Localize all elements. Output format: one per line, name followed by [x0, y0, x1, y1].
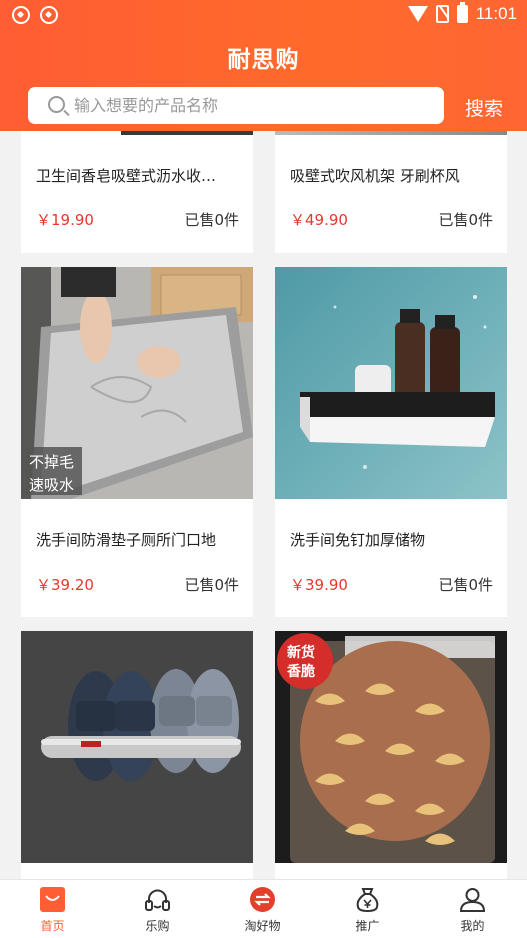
tab-label: 淘好物 [244, 919, 281, 933]
product-card[interactable]: 吸壁式吹风机架 牙刷杯风 ￥49.90 已售0件 [275, 131, 507, 253]
product-card[interactable] [21, 631, 253, 879]
search-icon [48, 96, 65, 113]
product-card[interactable]: 新货 香脆 [275, 631, 507, 879]
image-badge-text: 香脆 [286, 663, 315, 680]
slipper-rack-image [21, 631, 253, 863]
no-sim-icon [435, 5, 449, 23]
status-bar: 11:01 [0, 0, 527, 32]
headset-icon [145, 889, 170, 911]
product-image [275, 131, 507, 135]
image-badge-text: 新货 [287, 644, 315, 661]
product-image [21, 131, 253, 135]
product-name: 洗手间免钉加厚储物 [290, 531, 426, 549]
product-image: 不掉毛 速吸水 [21, 267, 253, 499]
product-sold-count: 已售0件 [184, 211, 239, 229]
image-badge-text: 速吸水 [29, 476, 74, 494]
product-card[interactable]: 洗手间免钉加厚储物 ￥39.90 已售0件 [275, 267, 507, 617]
user-icon [459, 888, 486, 912]
search-button[interactable]: 搜索 [465, 94, 503, 121]
product-grid: 卫生间香皂吸壁式沥水收… ￥19.90 已售0件 吸壁式吹风机架 牙刷杯风 ￥4… [0, 131, 527, 879]
tab-profile[interactable]: 我的 [420, 880, 525, 938]
product-sold-count: 已售0件 [184, 576, 239, 594]
tab-label: 推广 [355, 919, 380, 933]
tab-label: 我的 [460, 919, 485, 933]
wifi-icon [407, 6, 428, 22]
product-card[interactable]: 不掉毛 速吸水 洗手间防滑垫子厕所门口地 ￥39.20 已售0件 [21, 267, 253, 617]
app-notification-icon [12, 6, 30, 24]
tab-label: 首页 [40, 919, 65, 933]
status-time: 11:01 [475, 4, 517, 23]
status-notifications [12, 6, 58, 24]
product-card[interactable]: 卫生间香皂吸壁式沥水收… ￥19.90 已售0件 [21, 131, 253, 253]
product-name: 吸壁式吹风机架 牙刷杯风 [290, 167, 460, 185]
product-image: 新货 香脆 [275, 631, 507, 863]
app-notification-icon [40, 6, 58, 24]
tab-home[interactable]: 首页 [0, 880, 105, 938]
product-image [21, 631, 253, 863]
product-sold-count: 已售0件 [438, 211, 493, 229]
product-sold-count: 已售0件 [438, 576, 493, 594]
tab-label: 乐购 [145, 919, 170, 933]
shelf-image [275, 267, 507, 499]
app-header: 11:01 耐思购 搜索 [0, 0, 527, 131]
product-price: ￥19.90 [36, 211, 94, 229]
bath-mat-image: 不掉毛 速吸水 [21, 267, 253, 499]
tab-legou[interactable]: 乐购 [105, 880, 210, 938]
product-price: ￥39.90 [290, 576, 348, 594]
product-image [275, 267, 507, 499]
cashew-nuts-image: 新货 香脆 [275, 631, 507, 863]
exchange-icon [250, 887, 275, 912]
product-name: 卫生间香皂吸壁式沥水收… [36, 167, 217, 185]
bottom-tab-bar: 首页 乐购 淘好物 推广 我的 [0, 879, 527, 938]
battery-icon [456, 2, 468, 23]
product-price: ￥49.90 [290, 211, 348, 229]
search-bar[interactable] [28, 87, 444, 124]
page-title: 耐思购 [227, 47, 300, 73]
tab-taohaowu[interactable]: 淘好物 [210, 880, 315, 938]
shopping-bag-icon [40, 887, 65, 912]
status-indicators: 11:01 [407, 2, 517, 24]
search-input[interactable] [74, 87, 434, 124]
money-bag-icon [356, 888, 379, 913]
product-name: 洗手间防滑垫子厕所门口地 [36, 531, 217, 549]
tab-promote[interactable]: 推广 [315, 880, 420, 938]
image-badge-text: 不掉毛 [29, 453, 74, 471]
product-price: ￥39.20 [36, 576, 94, 594]
